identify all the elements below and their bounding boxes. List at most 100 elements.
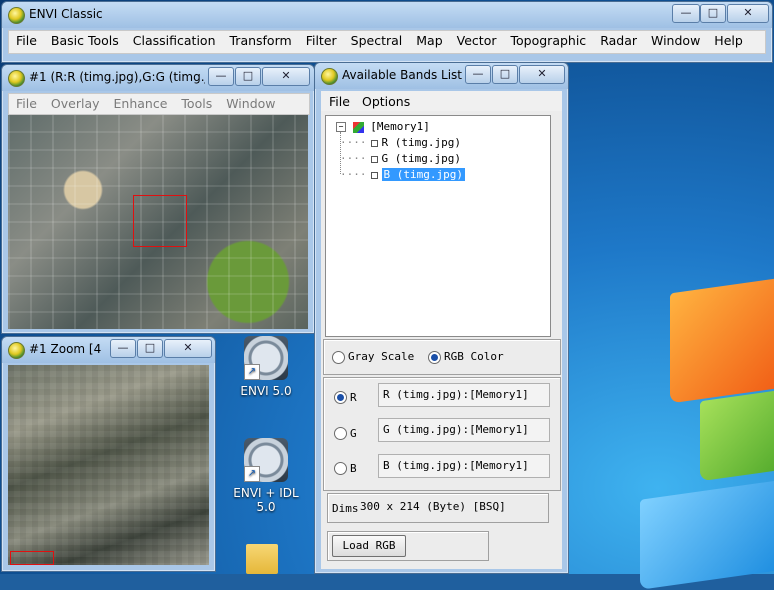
- channel-r-label: R: [350, 391, 357, 404]
- channel-b-label: B: [350, 462, 357, 475]
- menu-transform[interactable]: Transform: [223, 31, 299, 51]
- band-leaf-icon: [370, 139, 378, 147]
- main-window-title: ENVI Classic: [29, 7, 103, 21]
- desktop-icon-label: ENVI 5.0: [240, 384, 292, 398]
- rgb-color-radio[interactable]: [428, 351, 441, 364]
- channel-b-field[interactable]: B (timg.jpg):[Memory1]: [378, 454, 550, 478]
- menu-filter[interactable]: Filter: [299, 31, 344, 51]
- menu-overlay[interactable]: Overlay: [44, 94, 107, 114]
- windows-logo-orange: [670, 276, 774, 404]
- gray-scale-radio[interactable]: [332, 351, 345, 364]
- zoom-window-titlebar[interactable]: #1 Zoom [4 — □ ✕: [2, 337, 215, 363]
- shortcut-arrow-icon: ↗: [244, 364, 260, 380]
- menu-window[interactable]: Window: [644, 31, 707, 51]
- bands-menubar: File Options: [321, 91, 562, 111]
- color-mode-group: Gray Scale RGB Color: [323, 339, 561, 375]
- desktop-icon-label: ENVI + IDL 5.0: [233, 486, 299, 514]
- memory-file-icon: [352, 121, 364, 133]
- desktop-icon-envi-idl[interactable]: ↗ ENVI + IDL 5.0: [226, 438, 306, 514]
- channel-r-radio[interactable]: [334, 391, 347, 404]
- maximize-button[interactable]: □: [700, 4, 726, 23]
- image-display[interactable]: [8, 115, 308, 329]
- tree-root-label: [Memory1]: [370, 120, 430, 133]
- menu-classification[interactable]: Classification: [126, 31, 223, 51]
- envi-app-icon: [8, 342, 25, 359]
- maximize-button[interactable]: □: [492, 65, 518, 84]
- dims-label: Dims: [332, 502, 359, 515]
- tree-band-g[interactable]: ···· G (timg.jpg): [340, 152, 461, 165]
- channel-g-radio[interactable]: [334, 427, 347, 440]
- close-button[interactable]: ✕: [727, 4, 769, 23]
- image-window-titlebar[interactable]: #1 (R:R (timg.jpg),G:G (timg.jpg — □ ✕: [2, 65, 314, 91]
- zoom-window: #1 Zoom [4 — □ ✕: [1, 336, 216, 572]
- menu-tools[interactable]: Tools: [174, 94, 219, 114]
- envi-app-icon: [8, 7, 25, 24]
- image-window-title: #1 (R:R (timg.jpg),G:G (timg.jpg: [29, 70, 205, 84]
- bands-window-title: Available Bands List: [342, 68, 462, 82]
- menu-window[interactable]: Window: [219, 94, 282, 114]
- desktop-icon-envi5[interactable]: ↗ ENVI 5.0: [226, 336, 306, 398]
- zoom-controls-box[interactable]: [10, 551, 54, 565]
- maximize-button[interactable]: □: [137, 339, 163, 358]
- menu-spectral[interactable]: Spectral: [344, 31, 410, 51]
- channel-g-field[interactable]: G (timg.jpg):[Memory1]: [378, 418, 550, 442]
- envi-shortcut-icon: ↗: [244, 336, 288, 380]
- load-button-frame: Load RGB: [327, 531, 489, 561]
- shortcut-arrow-icon: ↗: [244, 466, 260, 482]
- band-label: R (timg.jpg): [381, 136, 461, 149]
- close-button[interactable]: ✕: [262, 67, 310, 86]
- channel-r-field[interactable]: R (timg.jpg):[Memory1]: [378, 383, 550, 407]
- bands-list-window: Available Bands List — □ ✕ File Options …: [314, 62, 569, 574]
- menu-map[interactable]: Map: [409, 31, 449, 51]
- collapse-icon[interactable]: −: [336, 122, 346, 132]
- bands-panel: File Options − [Memory1] ···· R (timg.jpg…: [321, 91, 562, 569]
- band-label-selected: B (timg.jpg): [381, 168, 465, 181]
- channel-g-label: G: [350, 427, 357, 440]
- load-rgb-button[interactable]: Load RGB: [332, 535, 406, 557]
- zoom-display[interactable]: [8, 365, 209, 565]
- menu-file[interactable]: File: [9, 31, 44, 51]
- gray-scale-label: Gray Scale: [348, 350, 415, 363]
- maximize-button[interactable]: □: [235, 67, 261, 86]
- menu-topographic[interactable]: Topographic: [504, 31, 594, 51]
- menu-help[interactable]: Help: [707, 31, 750, 51]
- menu-options[interactable]: Options: [362, 94, 410, 109]
- menu-radar[interactable]: Radar: [593, 31, 644, 51]
- minimize-button[interactable]: —: [110, 339, 136, 358]
- menu-file[interactable]: File: [9, 94, 44, 114]
- zoom-window-title: #1 Zoom [4: [29, 342, 102, 356]
- envi-main-window: ENVI Classic — □ ✕ File Basic Tools Classi…: [1, 1, 773, 63]
- rgb-color-label: RGB Color: [444, 350, 504, 363]
- channel-group: R R (timg.jpg):[Memory1] G G (timg.jpg):…: [323, 377, 561, 491]
- dims-box: Dims 300 x 214 (Byte) [BSQ]: [327, 493, 549, 523]
- channel-b-radio[interactable]: [334, 462, 347, 475]
- minimize-button[interactable]: —: [208, 67, 234, 86]
- menu-vector[interactable]: Vector: [450, 31, 504, 51]
- minimize-button[interactable]: —: [672, 4, 700, 23]
- windows-logo-blue: [640, 480, 774, 590]
- windows-logo-green: [700, 388, 774, 482]
- envi-app-icon: [8, 70, 25, 87]
- menu-basic-tools[interactable]: Basic Tools: [44, 31, 126, 51]
- dims-value: 300 x 214 (Byte) [BSQ]: [360, 500, 506, 513]
- band-leaf-icon: [370, 155, 378, 163]
- bands-tree[interactable]: − [Memory1] ···· R (timg.jpg) ···· G (timg…: [325, 115, 551, 337]
- tree-band-b[interactable]: ···· B (timg.jpg): [340, 168, 465, 181]
- tree-root[interactable]: − [Memory1]: [336, 120, 430, 133]
- close-button[interactable]: ✕: [164, 339, 212, 358]
- band-leaf-icon: [370, 171, 378, 179]
- band-label: G (timg.jpg): [381, 152, 461, 165]
- main-menubar: File Basic Tools Classification Transform Fi…: [8, 30, 766, 54]
- tree-band-r[interactable]: ···· R (timg.jpg): [340, 136, 461, 149]
- main-titlebar[interactable]: ENVI Classic — □ ✕: [2, 2, 772, 28]
- menu-enhance[interactable]: Enhance: [107, 94, 175, 114]
- envi-idl-shortcut-icon: ↗: [244, 438, 288, 482]
- folder-icon[interactable]: [246, 544, 278, 574]
- zoom-box[interactable]: [133, 195, 187, 247]
- image-menubar: File Overlay Enhance Tools Window: [8, 93, 310, 115]
- menu-file[interactable]: File: [329, 94, 350, 109]
- close-button[interactable]: ✕: [519, 65, 565, 84]
- bands-titlebar[interactable]: Available Bands List — □ ✕: [315, 63, 568, 89]
- minimize-button[interactable]: —: [465, 65, 491, 84]
- envi-app-icon: [321, 68, 338, 85]
